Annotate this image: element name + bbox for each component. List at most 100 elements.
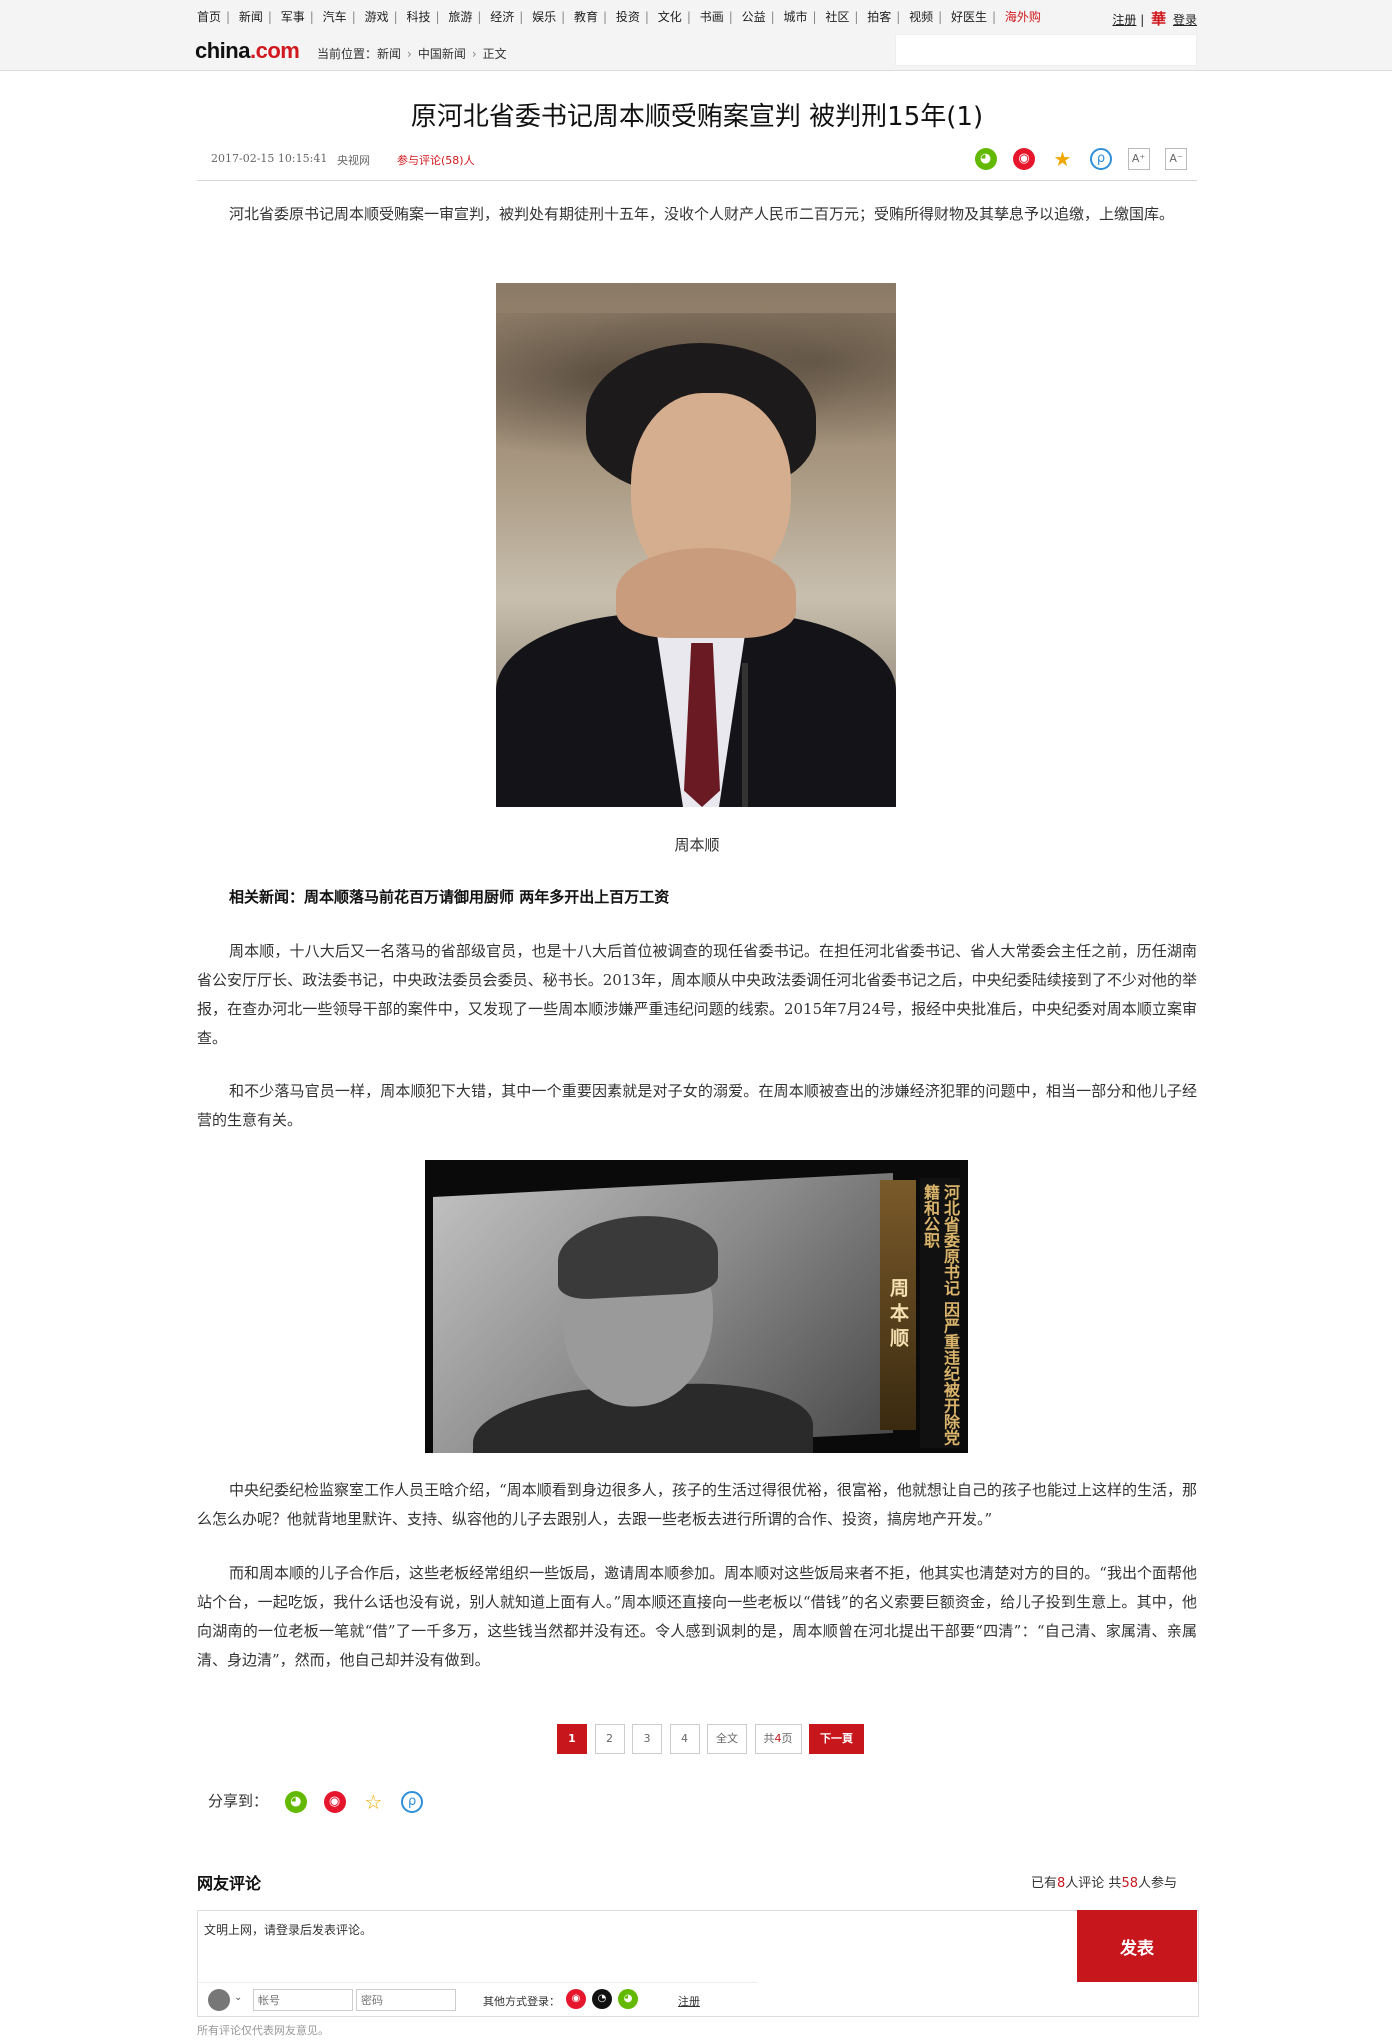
article-lead: 河北省委原书记周本顺受贿案一审宣判，被判处有期徒刑十五年，没收个人财产人民币二百… bbox=[229, 205, 1175, 223]
chevron-right-icon: › bbox=[471, 47, 477, 61]
share-icons-top: ◕ ◉ ★ ρ A⁺ A⁻ bbox=[962, 148, 1187, 170]
nav-link-overseas-shopping[interactable]: 海外购 bbox=[1005, 8, 1041, 25]
nav-link[interactable]: 文化 bbox=[658, 8, 682, 25]
nav-links: 首页 | 新闻 | 军事 | 汽车 | 游戏 | 科技 | 旅游 | 经济 | 娱乐 | 教育 | … bbox=[197, 8, 1041, 25]
search-box[interactable] bbox=[895, 34, 1197, 66]
comment-login-bar: ⌄ 其他方式登录： ◉ ◔ ◕ 注册 bbox=[198, 1987, 958, 2015]
share-label: 分享到： bbox=[208, 1792, 269, 1810]
page-button-1[interactable]: 1 bbox=[557, 1724, 587, 1754]
publish-time: 2017-02-15 10:15:41 bbox=[211, 152, 328, 165]
nav-link[interactable]: 教育 bbox=[574, 8, 598, 25]
nav-link[interactable]: 好医生 bbox=[951, 8, 987, 25]
nav-divider: | bbox=[561, 10, 566, 24]
nav-link[interactable]: 城市 bbox=[783, 8, 807, 25]
nav-link[interactable]: 首页 bbox=[197, 8, 221, 25]
weibo-icon[interactable]: ◉ bbox=[1013, 148, 1035, 170]
breadcrumb-item[interactable]: 新闻 bbox=[377, 47, 401, 61]
nav-divider: | bbox=[686, 10, 691, 24]
other-login-label: 其他方式登录： bbox=[483, 1995, 560, 2008]
nav-link[interactable]: 汽车 bbox=[323, 8, 347, 25]
favorite-star-icon[interactable]: ☆ bbox=[362, 1791, 384, 1813]
nav-link[interactable]: 军事 bbox=[281, 8, 305, 25]
comment-count-link[interactable]: 参与评论(58)人 bbox=[397, 152, 475, 168]
nav-link[interactable]: 投资 bbox=[616, 8, 640, 25]
wechat-icon[interactable]: ◕ bbox=[284, 1790, 307, 1813]
nav-link[interactable]: 书画 bbox=[700, 8, 724, 25]
page-total: 共4页 bbox=[754, 1724, 802, 1754]
page-total-prefix: 共 bbox=[763, 1732, 775, 1745]
wechat-icon[interactable]: ◕ bbox=[974, 148, 997, 170]
nav-link[interactable]: 科技 bbox=[406, 8, 430, 25]
page-total-suffix: 页 bbox=[781, 1732, 793, 1745]
nav-link[interactable]: 新闻 bbox=[239, 8, 263, 25]
comment-textarea[interactable]: 文明上网，请登录后发表评论。 bbox=[198, 1911, 758, 1983]
nav-divider: | bbox=[309, 10, 314, 24]
video-caption-banner: 河北省委原书记 因严重违纪被开除党籍和公职 bbox=[920, 1178, 960, 1448]
nav-divider: | bbox=[644, 10, 649, 24]
font-increase-button[interactable]: A⁺ bbox=[1127, 148, 1150, 170]
related-news-link[interactable]: 相关新闻：周本顺落马前花百万请御用厨师 两年多开出上百万工资 bbox=[197, 883, 1197, 912]
nav-link[interactable]: 经济 bbox=[490, 8, 514, 25]
hua-logo-icon: 華 bbox=[1151, 10, 1167, 28]
weibo-login-icon[interactable]: ◉ bbox=[566, 1989, 586, 2009]
breadcrumb-item: 正文 bbox=[482, 47, 507, 61]
article-paragraph: 周本顺，十八大后又一名落马的省部级官员，也是十八大后首位被调查的现任省委书记。在… bbox=[197, 942, 1197, 1047]
nav-divider: | bbox=[938, 10, 943, 24]
site-logo[interactable]: china.com bbox=[195, 38, 300, 64]
nav-divider: | bbox=[896, 10, 901, 24]
auth-divider: | bbox=[1140, 13, 1145, 27]
next-page-button[interactable]: 下一頁 bbox=[809, 1724, 864, 1754]
page-button-4[interactable]: 4 bbox=[669, 1724, 700, 1754]
nav-link[interactable]: 视频 bbox=[909, 8, 933, 25]
full-text-button[interactable]: 全文 bbox=[707, 1724, 747, 1754]
nav-divider: | bbox=[435, 10, 440, 24]
page-total-count: 4 bbox=[774, 1732, 782, 1745]
qq-login-icon[interactable]: ◔ bbox=[592, 1989, 612, 2009]
register-link[interactable]: 注册 bbox=[1112, 13, 1136, 27]
breadcrumb-label: 当前位置： bbox=[317, 47, 378, 61]
qzone-icon[interactable]: ρ bbox=[1090, 148, 1112, 170]
nav-link[interactable]: 拍客 bbox=[867, 8, 891, 25]
video-frame bbox=[433, 1172, 893, 1453]
password-input[interactable] bbox=[356, 1989, 456, 2011]
photo-hand bbox=[616, 548, 796, 638]
logo-suffix: com bbox=[255, 38, 300, 63]
submit-comment-button[interactable]: 发表 bbox=[1077, 1910, 1197, 1982]
breadcrumb-item[interactable]: 中国新闻 bbox=[418, 47, 466, 61]
page-button-2[interactable]: 2 bbox=[594, 1724, 625, 1754]
avatar-icon[interactable] bbox=[208, 1989, 230, 2011]
nav-link[interactable]: 社区 bbox=[825, 8, 849, 25]
page-button-3[interactable]: 3 bbox=[632, 1724, 662, 1754]
article-meta: 2017-02-15 10:15:41 央视网 参与评论(58)人 ◕ ◉ ★ … bbox=[197, 146, 1197, 181]
comment-register-link[interactable]: 注册 bbox=[678, 1993, 700, 2009]
comments-stats: 已有8人评论 共58人参与 bbox=[1031, 1872, 1177, 1891]
photo-caption: 周本顺 bbox=[674, 836, 720, 854]
comment-form: 文明上网，请登录后发表评论。 ⌄ 其他方式登录： ◉ ◔ ◕ 注册 bbox=[197, 1910, 1199, 2017]
login-link[interactable]: 登录 bbox=[1173, 13, 1197, 27]
nav-divider: | bbox=[393, 10, 398, 24]
nav-divider: | bbox=[267, 10, 272, 24]
weibo-icon[interactable]: ◉ bbox=[323, 1790, 346, 1813]
auth-links: 注册 | 華 登录 bbox=[1112, 8, 1197, 29]
nav-link[interactable]: 旅游 bbox=[448, 8, 472, 25]
wechat-login-icon[interactable]: ◕ bbox=[618, 1989, 638, 2009]
chevron-down-icon[interactable]: ⌄ bbox=[234, 1992, 242, 2003]
account-input[interactable] bbox=[253, 1989, 353, 2011]
comments-stats-mid: 人评论 共 bbox=[1065, 1876, 1122, 1891]
nav-divider: | bbox=[603, 10, 608, 24]
font-decrease-button[interactable]: A⁻ bbox=[1165, 148, 1187, 170]
video-name-banner: 周本顺 bbox=[880, 1180, 916, 1430]
nav-divider: | bbox=[351, 10, 356, 24]
site-nav: 首页 | 新闻 | 军事 | 汽车 | 游戏 | 科技 | 旅游 | 经济 | 娱乐 | 教育 | … bbox=[197, 8, 1197, 28]
logo-row: china.com 当前位置：新闻 › 中国新闻 › 正文 bbox=[195, 34, 1197, 66]
favorite-star-icon[interactable]: ★ bbox=[1052, 148, 1074, 170]
logo-text: china bbox=[195, 38, 250, 63]
nav-link[interactable]: 公益 bbox=[742, 8, 766, 25]
video-hair bbox=[558, 1212, 718, 1301]
top-bar: 首页 | 新闻 | 军事 | 汽车 | 游戏 | 科技 | 旅游 | 经济 | 娱乐 | 教育 | … bbox=[0, 0, 1392, 71]
nav-link[interactable]: 游戏 bbox=[365, 8, 389, 25]
comments-stats-prefix: 已有 bbox=[1031, 1876, 1058, 1891]
qzone-icon[interactable]: ρ bbox=[401, 1790, 424, 1813]
video-still-photo: 周本顺 河北省委原书记 因严重违纪被开除党籍和公职 bbox=[425, 1160, 968, 1453]
nav-link[interactable]: 娱乐 bbox=[532, 8, 556, 25]
